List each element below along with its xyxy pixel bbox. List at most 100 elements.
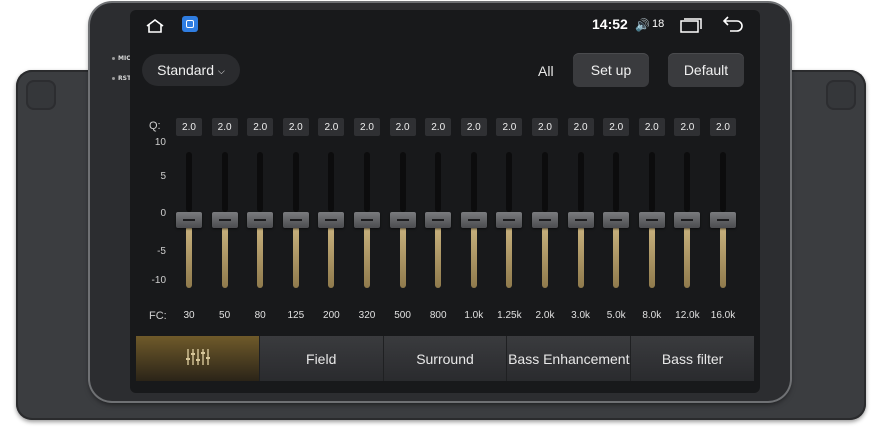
eq-band: 2.0 8.0k <box>637 108 671 328</box>
slider-track-fill[interactable] <box>720 226 726 288</box>
slider-thumb[interactable] <box>282 212 309 228</box>
app-icon[interactable] <box>182 16 198 32</box>
fc-value: 800 <box>429 310 447 321</box>
tab-bass-enhancement[interactable]: Bass Enhancement <box>507 336 632 381</box>
q-value[interactable]: 2.0 <box>282 118 309 136</box>
slider-track[interactable] <box>257 152 264 212</box>
fc-value: 125 <box>287 310 305 321</box>
q-value[interactable]: 2.0 <box>674 118 701 136</box>
tab-field[interactable]: Field <box>259 336 384 381</box>
slider-track[interactable] <box>435 152 442 212</box>
slider-thumb[interactable] <box>603 212 630 228</box>
slider-track-fill[interactable] <box>648 226 655 288</box>
slider-track[interactable] <box>292 152 299 212</box>
slider-thumb[interactable] <box>532 212 558 228</box>
slider-thumb[interactable] <box>496 212 523 228</box>
slider-track-fill[interactable] <box>684 226 691 288</box>
q-value[interactable]: 2.0 <box>460 118 487 136</box>
slider-track[interactable] <box>684 152 691 212</box>
slider-track[interactable] <box>470 152 477 212</box>
tab-bass-filter[interactable]: Bass filter <box>631 336 754 381</box>
mic-label: MIC <box>112 55 131 62</box>
q-value[interactable]: 2.0 <box>425 118 452 136</box>
slider-track[interactable] <box>542 152 548 212</box>
slider-track-fill[interactable] <box>328 226 335 288</box>
recent-apps-icon[interactable] <box>680 18 702 39</box>
slider-track-fill[interactable] <box>435 226 442 288</box>
home-icon[interactable] <box>145 18 165 39</box>
eq-band: 2.0 125 <box>281 108 315 328</box>
slider-track-fill[interactable] <box>292 226 299 288</box>
slider-track-fill[interactable] <box>257 226 264 288</box>
slider-track[interactable] <box>186 152 192 212</box>
slider-track-fill[interactable] <box>470 226 477 288</box>
q-value[interactable]: 2.0 <box>354 118 380 136</box>
equalizer-icon <box>184 346 211 371</box>
fc-value: 80 <box>254 310 266 321</box>
slider-thumb[interactable] <box>710 212 736 228</box>
q-value[interactable]: 2.0 <box>603 118 630 136</box>
slider-thumb[interactable] <box>460 212 487 228</box>
slider-track[interactable] <box>328 152 335 212</box>
clock: 14:52 <box>592 16 628 32</box>
slider-track-fill[interactable] <box>364 226 370 288</box>
slider-track[interactable] <box>720 152 726 212</box>
q-value[interactable]: 2.0 <box>638 118 665 136</box>
eq-band: 2.0 1.25k <box>494 108 528 328</box>
setup-button[interactable]: Set up <box>573 53 649 87</box>
slider-track-fill[interactable] <box>542 226 548 288</box>
fc-value: 200 <box>323 310 340 321</box>
slider-track-fill[interactable] <box>613 226 620 288</box>
q-value[interactable]: 2.0 <box>176 118 202 136</box>
slider-track[interactable] <box>221 152 228 212</box>
eq-band: 2.0 200 <box>316 108 350 328</box>
all-label[interactable]: All <box>538 63 554 79</box>
q-value[interactable]: 2.0 <box>211 118 238 136</box>
q-value[interactable]: 2.0 <box>567 118 594 136</box>
slider-track[interactable] <box>399 152 406 212</box>
q-value[interactable]: 2.0 <box>318 118 345 136</box>
slider-track[interactable] <box>648 152 655 212</box>
preset-dropdown[interactable]: Standard ⌵ <box>142 54 240 86</box>
default-button[interactable]: Default <box>668 53 744 87</box>
eq-band: 2.0 12.0k <box>672 108 706 328</box>
slider-track[interactable] <box>506 152 513 212</box>
q-value[interactable]: 2.0 <box>247 118 274 136</box>
volume-value: 18 <box>652 18 665 30</box>
slider-thumb[interactable] <box>354 212 380 228</box>
slider-track[interactable] <box>577 152 584 212</box>
eq-band: 2.0 3.0k <box>566 108 600 328</box>
slider-thumb[interactable] <box>389 212 416 228</box>
slider-thumb[interactable] <box>247 212 274 228</box>
scale-label: 0 <box>160 208 166 219</box>
slider-track-fill[interactable] <box>221 226 228 288</box>
tab-surround[interactable]: Surround <box>383 336 508 381</box>
slider-track-fill[interactable] <box>577 226 584 288</box>
q-value[interactable]: 2.0 <box>389 118 416 136</box>
eq-band: 2.0 5.0k <box>601 108 635 328</box>
slider-track-fill[interactable] <box>186 226 192 288</box>
slider-thumb[interactable] <box>425 212 452 228</box>
bezel-bolt <box>826 80 856 110</box>
slider-thumb[interactable] <box>211 212 238 228</box>
back-icon[interactable] <box>722 15 744 38</box>
slider-thumb[interactable] <box>176 212 202 228</box>
q-value[interactable]: 2.0 <box>532 118 558 136</box>
scale-label: -10 <box>151 275 166 286</box>
slider-track[interactable] <box>364 152 370 212</box>
slider-track-fill[interactable] <box>399 226 406 288</box>
slider-thumb[interactable] <box>318 212 345 228</box>
slider-thumb[interactable] <box>567 212 594 228</box>
tab-equalizer[interactable] <box>136 336 260 381</box>
fc-value: 8.0k <box>642 310 662 321</box>
fc-value: 30 <box>183 310 195 321</box>
q-value[interactable]: 2.0 <box>496 118 523 136</box>
fc-value: 2.0k <box>535 310 555 321</box>
slider-track-fill[interactable] <box>506 226 513 288</box>
eq-band: 2.0 80 <box>245 108 279 328</box>
q-value[interactable]: 2.0 <box>710 118 736 136</box>
slider-track[interactable] <box>613 152 620 212</box>
reset-button[interactable]: RST <box>112 75 131 82</box>
slider-thumb[interactable] <box>638 212 665 228</box>
slider-thumb[interactable] <box>674 212 701 228</box>
